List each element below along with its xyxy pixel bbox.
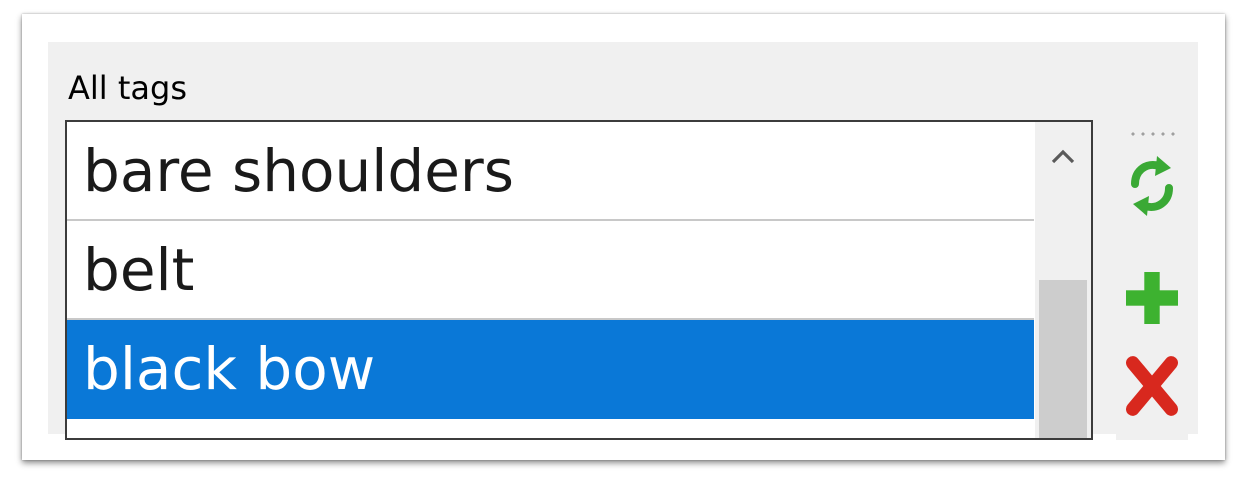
add-tag-button[interactable] xyxy=(1126,272,1178,324)
scroll-thumb[interactable] xyxy=(1039,280,1087,438)
tags-listbox[interactable]: bare shoulders belt black bow xyxy=(65,120,1093,440)
all-tags-label: All tags xyxy=(68,69,187,107)
plus-icon xyxy=(1126,272,1178,324)
delete-tag-button[interactable] xyxy=(1126,356,1178,416)
delete-x-icon xyxy=(1126,356,1178,416)
list-item-selected[interactable]: black bow xyxy=(67,320,1034,419)
refresh-icon xyxy=(1131,156,1173,216)
refresh-button[interactable] xyxy=(1126,156,1178,216)
vertical-scrollbar[interactable] xyxy=(1035,122,1091,438)
toolbar-grip[interactable] xyxy=(1128,132,1176,136)
list-item[interactable]: belt xyxy=(67,221,1034,320)
tags-panel: All tags bare shoulders belt black bow xyxy=(48,42,1198,440)
window-frame: All tags bare shoulders belt black bow xyxy=(22,14,1225,460)
tag-toolbar xyxy=(1116,120,1188,440)
list-item[interactable]: bare shoulders xyxy=(67,122,1034,221)
scroll-up-button[interactable] xyxy=(1035,122,1091,192)
chevron-up-icon xyxy=(1051,149,1075,164)
